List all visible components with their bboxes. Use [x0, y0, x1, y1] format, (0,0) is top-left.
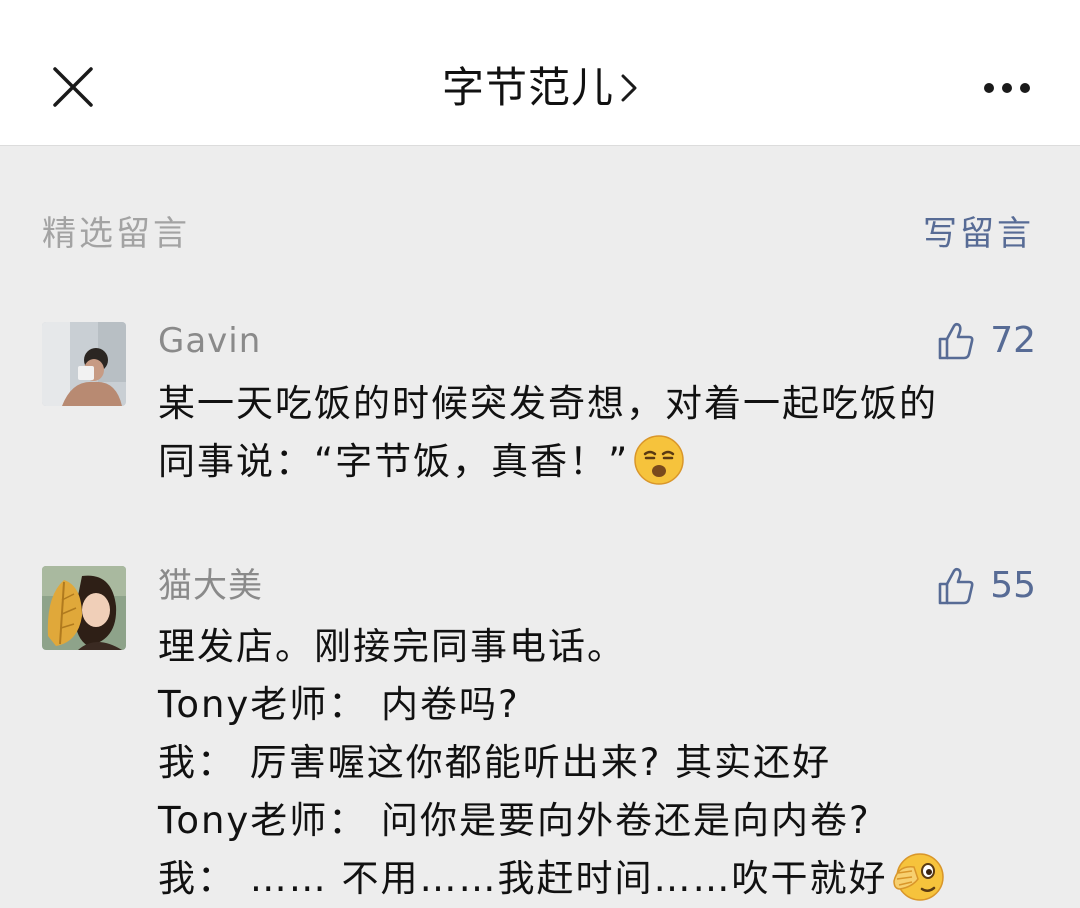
sleepy-smirk-emoji [634, 434, 685, 485]
featured-comments-label: 精选留言 [42, 214, 190, 254]
account-title-link[interactable]: 字节范儿 [0, 62, 1080, 114]
like-button[interactable]: 55 [936, 564, 1036, 608]
comment-line: Tony老师： 问你是要向外卷还是向内卷? [158, 799, 871, 842]
comment-line: 某一天吃饭的时候突发奇想，对着一起吃饭的 [158, 382, 938, 425]
comment-text: 理发店。刚接完同事电话。 Tony老师： 内卷吗? 我： 厉害喔这你都能听出来?… [158, 618, 1048, 908]
avatar[interactable] [42, 322, 126, 406]
comment-line: 我： 厉害喔这你都能听出来? 其实还好 [158, 741, 832, 784]
comment-line: 我： …… 不用……我赶时间……吹干就好 [158, 857, 888, 900]
comment-text: 某一天吃饭的时候突发奇想，对着一起吃饭的 同事说：“字节饭，真香！” [158, 375, 1048, 491]
comment-line-with-emoji: 同事说：“字节饭，真香！” [158, 433, 1048, 491]
chevron-right-icon [621, 74, 637, 101]
comment-line: 同事说：“字节饭，真香！” [158, 440, 630, 483]
page-title: 字节范儿 [441, 63, 614, 112]
more-dots-icon [984, 83, 1030, 93]
avatar[interactable] [42, 566, 126, 650]
thumbs-up-icon [938, 567, 974, 605]
commenter-name[interactable]: 猫大美 [158, 564, 263, 608]
comment-line: Tony老师： 内卷吗? [158, 683, 520, 726]
thumbs-up-icon [938, 322, 974, 360]
like-count: 55 [990, 565, 1036, 606]
write-comment-button[interactable]: 写留言 [923, 212, 1034, 256]
facepalm-emoji [892, 852, 944, 901]
top-nav-bar: 字节范儿 [0, 0, 1080, 146]
commenter-name[interactable]: Gavin [158, 319, 261, 363]
like-button[interactable]: 72 [936, 319, 1036, 363]
like-count: 72 [990, 320, 1036, 361]
comment-line-with-emoji: 我： …… 不用……我赶时间……吹干就好 [158, 850, 1048, 908]
comment-line: 理发店。刚接完同事电话。 [158, 625, 626, 668]
more-button[interactable] [980, 76, 1034, 100]
